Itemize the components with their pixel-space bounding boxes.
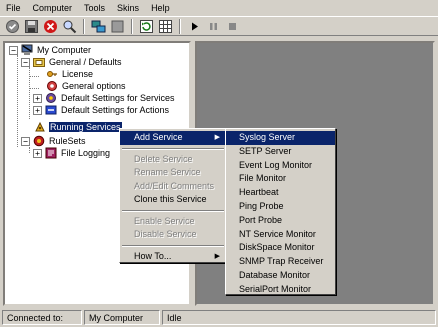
folder-icon — [32, 56, 45, 68]
tree-label: License — [62, 69, 94, 79]
submenu-item-nt-service-monitor[interactable]: NT Service Monitor — [226, 228, 335, 242]
record-icon[interactable] — [4, 18, 21, 35]
search-icon[interactable] — [61, 18, 78, 35]
status-connected-label: Connected to: — [2, 310, 82, 325]
tree-label: General / Defaults — [49, 57, 122, 67]
collapse-toggle[interactable]: − — [21, 136, 30, 146]
submenu-item-port-probe[interactable]: Port Probe — [226, 214, 335, 228]
tree-label: General options — [62, 81, 126, 91]
tree-node-general-options[interactable]: General options — [45, 80, 127, 92]
menu-help[interactable]: Help — [151, 3, 170, 13]
menu-item-delete-service: Delete Service — [134, 153, 193, 164]
tree-label: Running Services — [49, 122, 122, 132]
services-icon — [33, 121, 46, 133]
tree-node-file-logging[interactable]: + File Logging — [33, 147, 111, 159]
pause-icon[interactable] — [205, 18, 222, 35]
expand-toggle[interactable]: + — [33, 105, 42, 115]
tree-node-running-services[interactable]: Running Services — [33, 121, 122, 133]
menu-item-rename-service: Rename Service — [134, 167, 201, 177]
submenu-item-setp-server[interactable]: SETP Server — [226, 145, 335, 159]
tree-label: Default Settings for Services — [61, 93, 175, 103]
submenu-item-file-monitor[interactable]: File Monitor — [226, 172, 335, 186]
options-icon — [45, 80, 58, 92]
toolbar-separator — [83, 18, 85, 34]
blank-icon[interactable] — [109, 18, 126, 35]
network-icon[interactable] — [90, 18, 107, 35]
context-menu: Add Service ▶ Delete Service Rename Serv… — [119, 128, 227, 263]
submenu-item-event-log-monitor[interactable]: Event Log Monitor — [226, 159, 335, 173]
tree-node-my-computer[interactable]: − My Computer — [9, 44, 92, 56]
computer-icon — [20, 44, 33, 56]
submenu-item-snmp-trap-receiver[interactable]: SNMP Trap Receiver — [226, 255, 335, 269]
menu-item-add-service[interactable]: Add Service ▶ — [120, 131, 226, 145]
collapse-toggle[interactable]: − — [21, 57, 30, 67]
collapse-toggle[interactable]: − — [9, 45, 18, 55]
menu-item-clone-service[interactable]: Clone this Service — [120, 193, 226, 207]
tree-line — [17, 55, 18, 147]
submenu-item-syslog-server[interactable]: Syslog Server — [226, 131, 335, 145]
tree-node-default-services[interactable]: + Default Settings for Services — [33, 92, 176, 104]
toolbar-separator — [179, 18, 181, 34]
submenu-arrow-icon: ▶ — [214, 252, 220, 260]
play-icon[interactable] — [186, 18, 203, 35]
submenu-item-serialport-monitor[interactable]: SerialPort Monitor — [226, 283, 335, 297]
tree-line — [29, 147, 30, 153]
grid-icon[interactable] — [157, 18, 174, 35]
menu-tools[interactable]: Tools — [84, 3, 105, 13]
menu-item-label: How To... — [134, 250, 172, 261]
submenu-item-database-monitor[interactable]: Database Monitor — [226, 269, 335, 283]
menu-separator — [122, 209, 224, 212]
tree-node-general-defaults[interactable]: − General / Defaults — [21, 56, 123, 68]
submenu-arrow-icon: ▶ — [214, 134, 220, 141]
rulesets-icon — [32, 135, 45, 147]
tree-node-default-actions[interactable]: + Default Settings for Actions — [33, 104, 170, 116]
save-icon[interactable] — [23, 18, 40, 35]
tree-label: RuleSets — [49, 136, 86, 146]
status-state: Idle — [162, 310, 436, 325]
status-computer: My Computer — [84, 310, 160, 325]
tree-node-rulesets[interactable]: − RuleSets — [21, 135, 87, 147]
actions-icon — [44, 104, 57, 116]
expand-toggle[interactable]: + — [33, 148, 42, 158]
menu-item-add-edit-comments: Add/Edit Comments — [134, 180, 215, 191]
stop-square-icon[interactable] — [224, 18, 241, 35]
menu-separator — [122, 147, 224, 150]
submenu-item-diskspace-monitor[interactable]: DiskSpace Monitor — [226, 241, 335, 255]
file-logging-icon — [44, 147, 57, 159]
submenu-item-heartbeat[interactable]: Heartbeat — [226, 186, 335, 200]
settings-icon — [44, 92, 57, 104]
menu-item-enable-service: Enable Service — [134, 215, 195, 226]
tree-label: My Computer — [37, 45, 92, 55]
status-bar: Connected to: My Computer Idle — [0, 308, 438, 327]
stop-icon[interactable] — [42, 18, 59, 35]
tree-label: File Logging — [61, 148, 111, 158]
add-service-submenu: Syslog Server SETP Server Event Log Moni… — [225, 128, 336, 295]
menu-item-label: Add Service — [134, 132, 183, 142]
toolbar-separator — [131, 18, 133, 34]
tree-line — [29, 88, 39, 89]
tree-node-license[interactable]: License — [45, 68, 94, 80]
menu-computer[interactable]: Computer — [33, 3, 73, 13]
menu-separator — [122, 244, 224, 247]
tree-line — [29, 76, 39, 77]
menu-item-disable-service: Disable Service — [134, 229, 197, 239]
menu-file[interactable]: File — [6, 3, 21, 13]
tree-label: Default Settings for Actions — [61, 105, 170, 115]
menu-skins[interactable]: Skins — [117, 3, 139, 13]
submenu-item-ping-probe[interactable]: Ping Probe — [226, 200, 335, 214]
expand-toggle[interactable]: + — [33, 93, 42, 103]
menu-item-how-to[interactable]: How To... ▶ — [120, 250, 226, 264]
menu-bar: File Computer Tools Skins Help — [0, 0, 438, 16]
key-icon — [45, 68, 58, 80]
tree-line — [29, 67, 30, 119]
toolbar — [0, 16, 438, 36]
refresh-icon[interactable] — [138, 18, 155, 35]
